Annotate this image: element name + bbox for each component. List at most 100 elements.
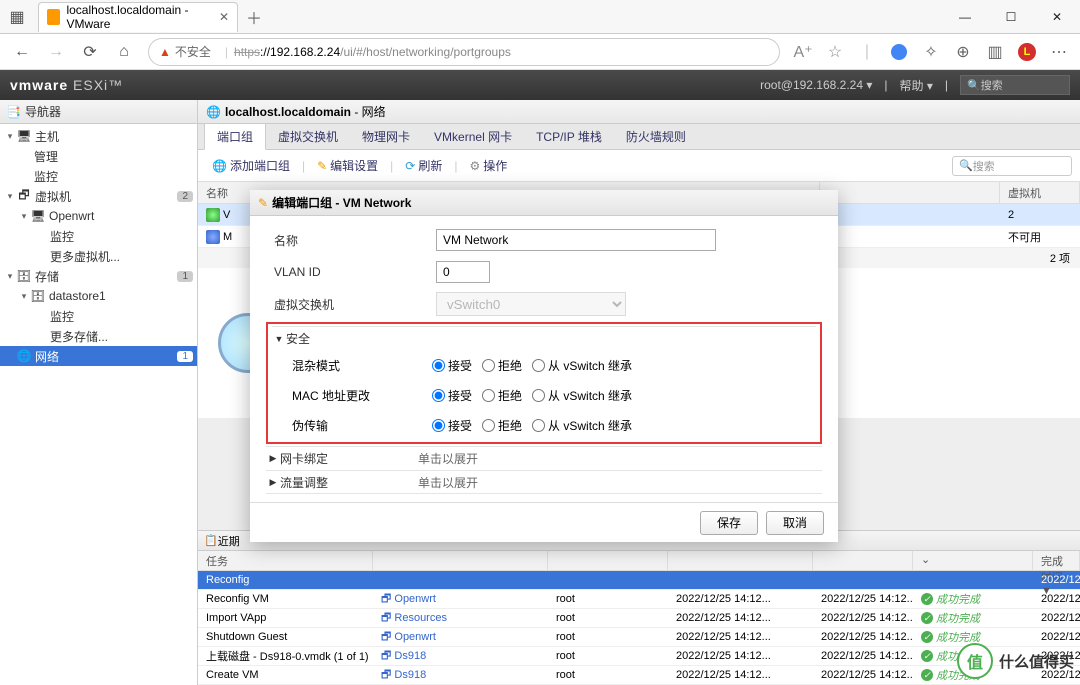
network-icon: 🌐: [206, 105, 221, 119]
vswitch-label: 虚拟交换机: [266, 296, 436, 313]
tab-title: localhost.localdomain - VMware: [66, 3, 208, 31]
promisc-accept-radio[interactable]: 接受: [432, 357, 472, 374]
vlan-input[interactable]: [436, 261, 490, 283]
refresh-button-tb[interactable]: ⟳刷新: [399, 155, 448, 176]
sidebar-item-manage[interactable]: 管理: [0, 146, 197, 166]
edit-icon: ✎: [258, 196, 268, 210]
tasks-col-done[interactable]: 完成时间 ▼: [1033, 551, 1080, 570]
back-button[interactable]: ←: [6, 38, 38, 66]
forged-label: 伪传输: [272, 417, 432, 434]
close-window-button[interactable]: ✕: [1034, 0, 1080, 34]
mac-reject-radio[interactable]: 拒绝: [482, 387, 522, 404]
tabs-button[interactable]: ▦: [0, 0, 34, 34]
address-bar: ← → ⟳ ⌂ ▲ 不安全 | https ://192.168.2.24 /u…: [0, 34, 1080, 70]
forged-accept-radio[interactable]: 接受: [432, 417, 472, 434]
extensions-icon[interactable]: ✧: [916, 38, 946, 66]
forged-inherit-radio[interactable]: 从 vSwitch 继承: [532, 417, 632, 434]
save-button[interactable]: 保存: [700, 511, 758, 535]
mac-accept-radio[interactable]: 接受: [432, 387, 472, 404]
nic-teaming-header[interactable]: ▶网卡绑定 单击以展开: [266, 446, 822, 470]
sidebar-item-openwrt[interactable]: ▾🖥Openwrt: [0, 206, 197, 226]
url-input[interactable]: ▲ 不安全 | https ://192.168.2.24 /ui/#/host…: [148, 38, 780, 66]
watermark-text: 什么值得买: [999, 651, 1074, 672]
name-input[interactable]: [436, 229, 716, 251]
vmware-logo: vmware ESXi™: [10, 77, 123, 93]
browser-tab-bar: ▦ localhost.localdomain - VMware ✕ ＋ — ☐…: [0, 0, 1080, 34]
ext-sep: |: [852, 38, 882, 66]
col-vm[interactable]: 虚拟机: [1000, 182, 1080, 203]
sidebar-item-monitor[interactable]: 监控: [0, 166, 197, 186]
task-row[interactable]: 上载磁盘 - Ds918-0.vmdk (1 of 1)🗗 Ds918root2…: [198, 647, 1080, 666]
refresh-button[interactable]: ⟳: [74, 38, 106, 66]
mac-inherit-radio[interactable]: 从 vSwitch 继承: [532, 387, 632, 404]
traffic-shaping-header[interactable]: ▶流量调整 单击以展开: [266, 470, 822, 494]
mac-label: MAC 地址更改: [272, 387, 432, 404]
sidebar-item-storage[interactable]: ▾🗄存储1: [0, 266, 197, 286]
promisc-inherit-radio[interactable]: 从 vSwitch 继承: [532, 357, 632, 374]
user-menu[interactable]: root@192.168.2.24 ▾: [760, 78, 872, 92]
close-tab-icon[interactable]: ✕: [219, 10, 229, 24]
insecure-icon: ▲: [159, 45, 171, 59]
actions-button[interactable]: ⚙操作: [464, 155, 514, 176]
task-row[interactable]: Reconfig VM🗗 Openwrtroot2022/12/25 14:12…: [198, 590, 1080, 609]
forward-button[interactable]: →: [40, 38, 72, 66]
favicon-icon: [47, 9, 60, 25]
task-row[interactable]: Import VApp🗗 Resourcesroot2022/12/25 14:…: [198, 609, 1080, 628]
grid-search-input[interactable]: 🔍 搜索: [952, 156, 1072, 176]
security-section-highlight: ▼安全 混杂模式 接受 拒绝 从 vSwitch 继承 MAC 地址更改 接受 …: [266, 322, 822, 444]
portgroup-icon: [206, 208, 220, 222]
url-scheme: https: [234, 45, 260, 59]
sidebar-item-ds-monitor[interactable]: 监控: [0, 306, 197, 326]
tab-pnic[interactable]: 物理网卡: [350, 124, 422, 149]
breadcrumb: 🌐 localhost.localdomain - 网络: [198, 100, 1080, 124]
modal-title-bar[interactable]: ✎ 编辑端口组 - VM Network: [250, 190, 838, 216]
url-host: ://192.168.2.24: [260, 45, 340, 59]
navigator-icon: 📑: [6, 105, 21, 119]
add-portgroup-button[interactable]: 🌐添加端口组: [206, 155, 296, 176]
tab-vswitch[interactable]: 虚拟交换机: [266, 124, 350, 149]
tasks-col-task[interactable]: 任务: [198, 551, 373, 570]
toolbar: 🌐添加端口组 | ✎编辑设置 | ⟳刷新 | ⚙操作 🔍 搜索: [198, 150, 1080, 182]
home-button[interactable]: ⌂: [108, 38, 140, 66]
tab-vmkernel[interactable]: VMkernel 网卡: [422, 124, 524, 149]
menu-icon[interactable]: ⋯: [1044, 38, 1074, 66]
sidebar-item-datastore1[interactable]: ▾🗄datastore1: [0, 286, 197, 306]
sidebar-item-network[interactable]: ▸🌐网络1: [0, 346, 197, 366]
security-section-header[interactable]: ▼安全: [272, 326, 816, 350]
sidebar-item-vms[interactable]: ▾🗗虚拟机2: [0, 186, 197, 206]
profile-icon[interactable]: L: [1012, 38, 1042, 66]
app-icon[interactable]: ▥: [980, 38, 1010, 66]
sidebar-item-host[interactable]: ▾🖥主机: [0, 126, 197, 146]
minimize-button[interactable]: —: [942, 0, 988, 34]
collections-icon[interactable]: ⊕: [948, 38, 978, 66]
task-row[interactable]: Shutdown Guest🗗 Openwrtroot2022/12/25 14…: [198, 628, 1080, 647]
vmware-header: vmware ESXi™ root@192.168.2.24 ▾ | 帮助 ▾ …: [0, 70, 1080, 100]
edit-settings-button[interactable]: ✎编辑设置: [311, 155, 384, 176]
favorite-icon[interactable]: ☆: [820, 38, 850, 66]
sidebar-item-more-vm[interactable]: 更多虚拟机...: [0, 246, 197, 266]
watermark: 值 什么值得买: [957, 643, 1074, 679]
maximize-button[interactable]: ☐: [988, 0, 1034, 34]
tab-portgroups[interactable]: 端口组: [204, 123, 266, 150]
extension-blue-icon[interactable]: [884, 38, 914, 66]
tab-firewall[interactable]: 防火墙规则: [614, 124, 698, 149]
task-row[interactable]: Create VM🗗 Ds918root2022/12/25 14:12...2…: [198, 666, 1080, 685]
promisc-reject-radio[interactable]: 拒绝: [482, 357, 522, 374]
navigator-header: 📑 导航器: [0, 100, 197, 124]
col-spacer: ⌄: [820, 182, 1000, 203]
tab-tcpip[interactable]: TCP/IP 堆栈: [524, 124, 614, 149]
cancel-button[interactable]: 取消: [766, 511, 824, 535]
global-search-input[interactable]: 🔍 搜索: [960, 75, 1070, 95]
forged-reject-radio[interactable]: 拒绝: [482, 417, 522, 434]
sidebar-item-more-storage[interactable]: 更多存储...: [0, 326, 197, 346]
task-row[interactable]: Reconfig2022/12/25 14:17...: [198, 571, 1080, 590]
reader-icon[interactable]: A⁺: [788, 38, 818, 66]
recent-tasks-panel: 📋 近期 任务 ⌄ 完成时间 ▼ Reconfig2022/12/25 14:1…: [198, 530, 1080, 685]
new-tab-button[interactable]: ＋: [246, 5, 262, 29]
sidebar-item-vm-monitor[interactable]: 监控: [0, 226, 197, 246]
url-path: /ui/#/host/networking/portgroups: [340, 45, 511, 59]
promiscuous-label: 混杂模式: [272, 357, 432, 374]
browser-tab[interactable]: localhost.localdomain - VMware ✕: [38, 2, 238, 32]
help-menu[interactable]: 帮助 ▾: [900, 77, 933, 94]
portgroup-icon: [206, 230, 220, 244]
